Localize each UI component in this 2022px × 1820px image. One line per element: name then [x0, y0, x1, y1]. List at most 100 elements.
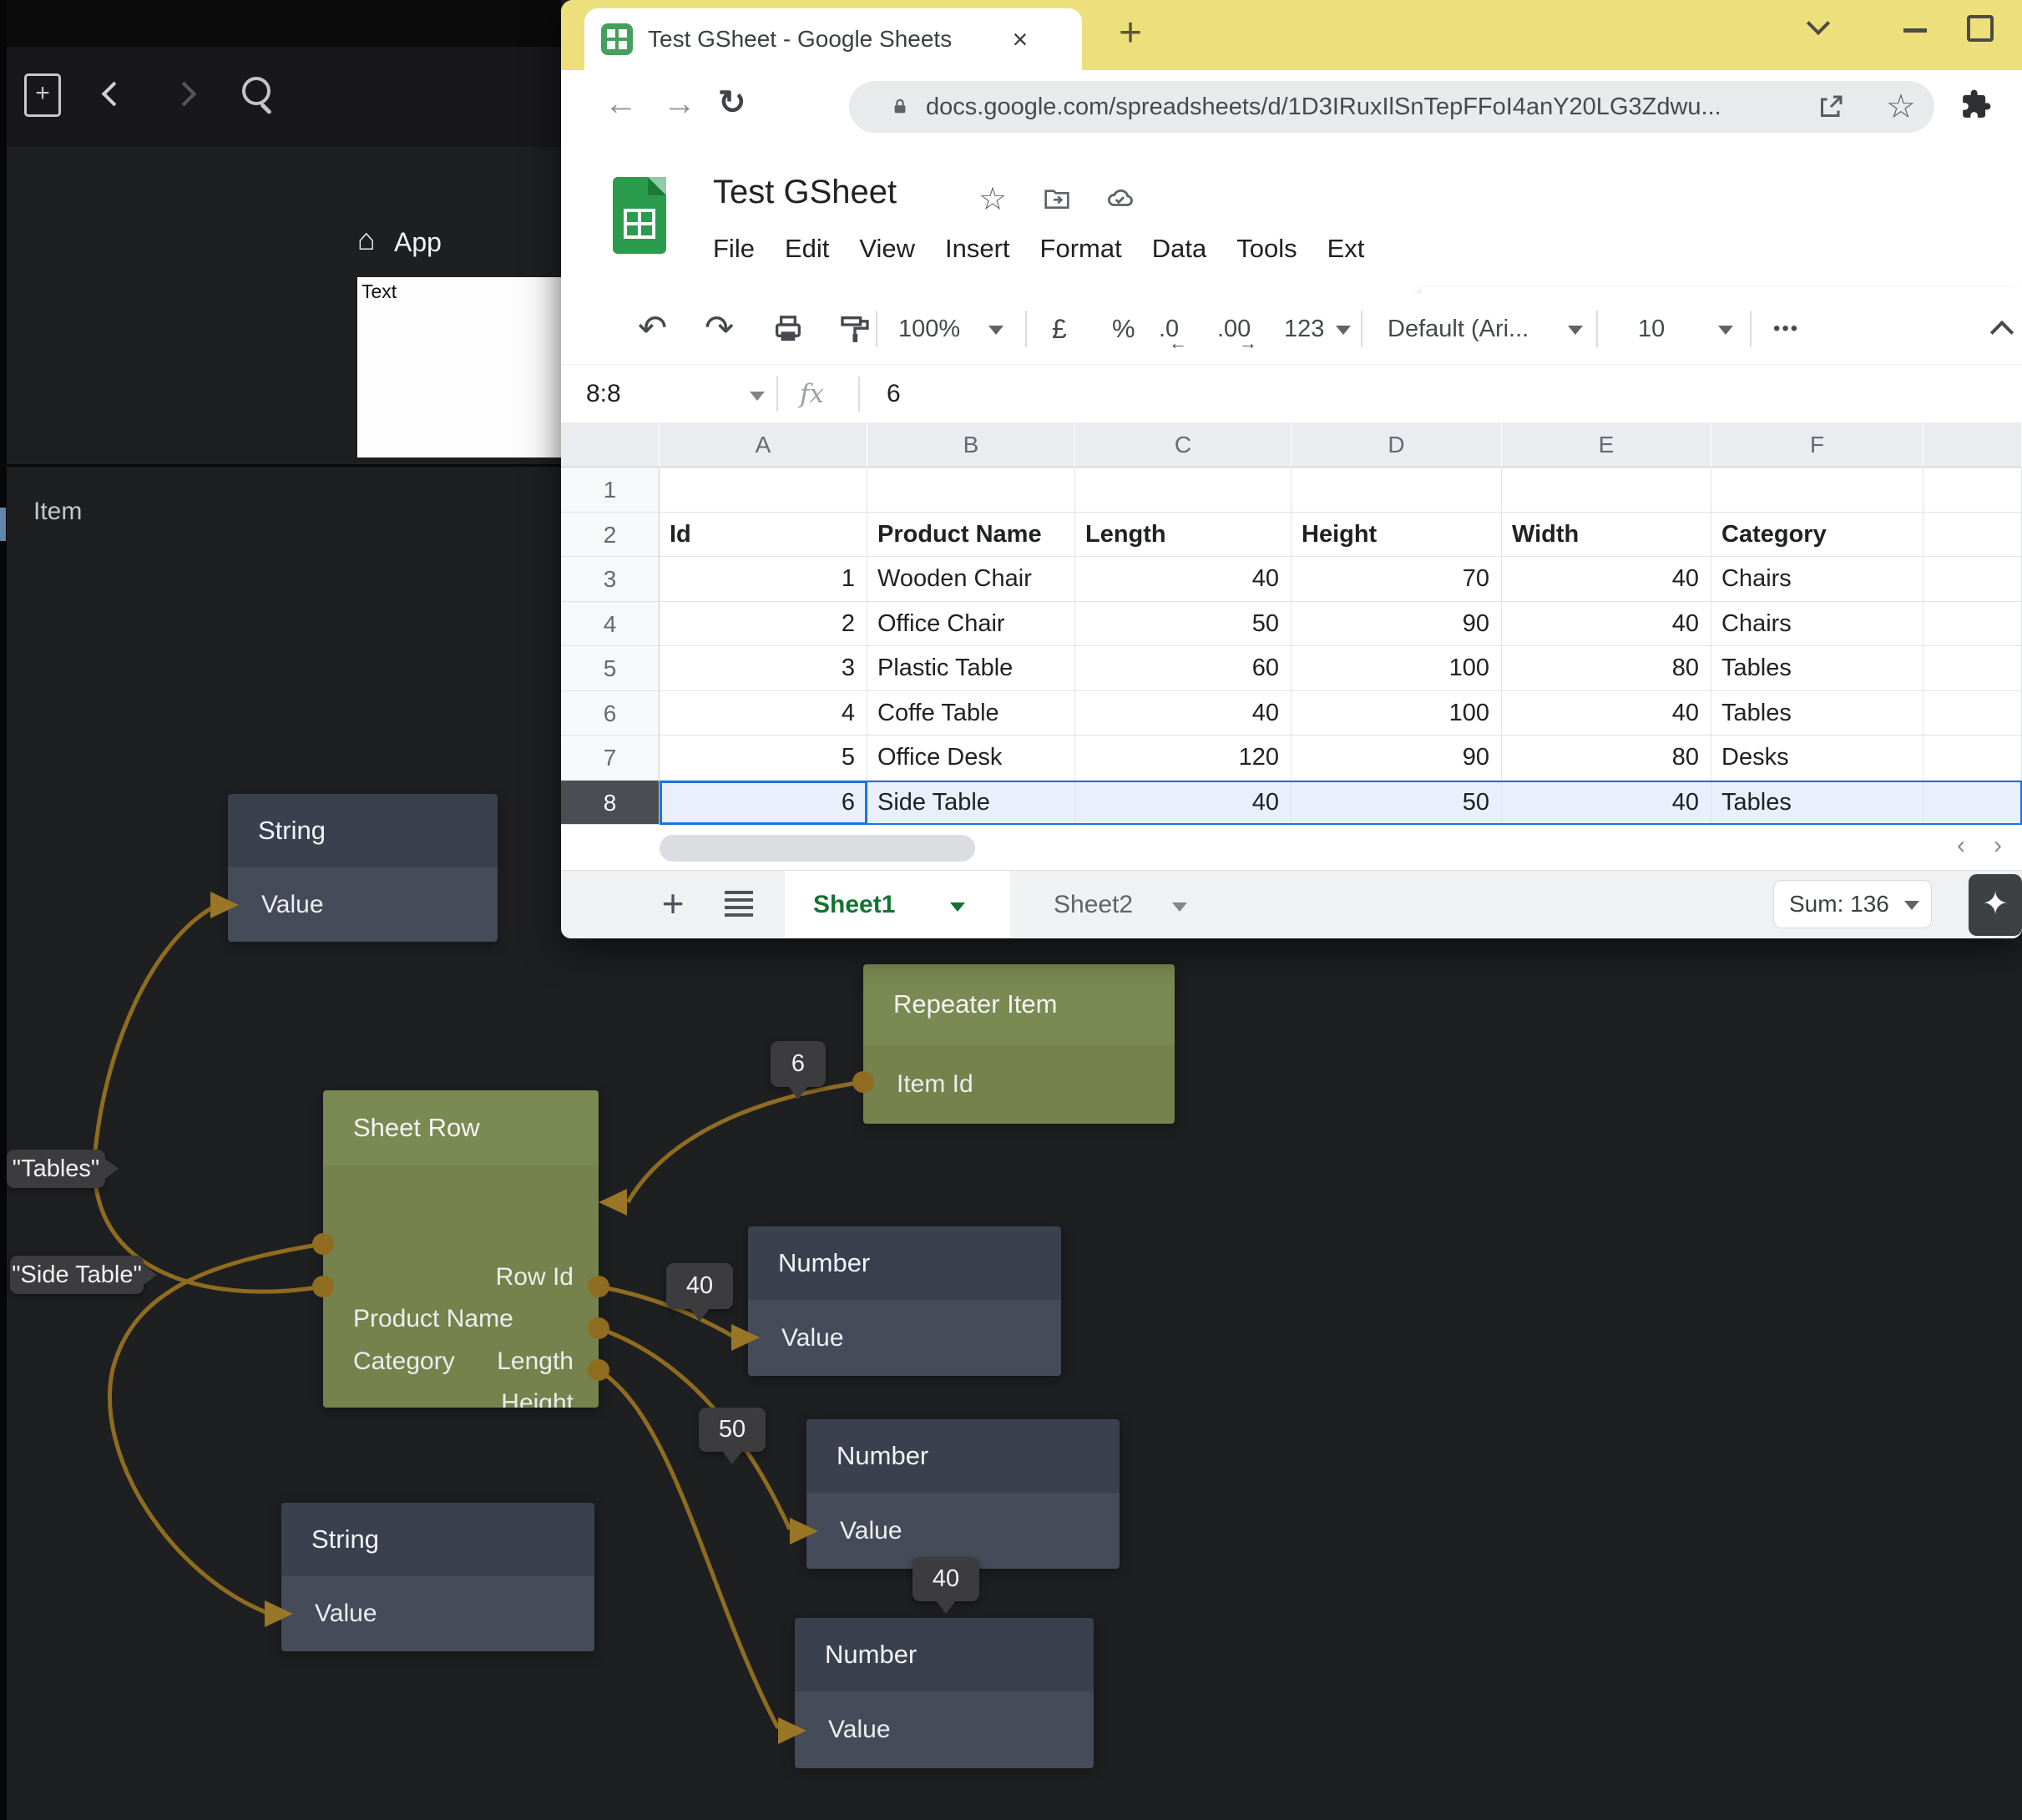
column-header-E[interactable]: E: [1502, 422, 1711, 468]
print-icon[interactable]: [771, 312, 805, 346]
row-header-5[interactable]: 5: [561, 646, 660, 691]
cell-C4[interactable]: 50: [1075, 602, 1292, 647]
cell-F2[interactable]: Category: [1711, 513, 1923, 558]
port-item-id[interactable]: Item Id: [897, 1070, 973, 1099]
port-value[interactable]: Value: [828, 1716, 891, 1744]
cell-G3[interactable]: [1923, 557, 2022, 602]
cell-F1[interactable]: [1711, 468, 1923, 513]
cell-D5[interactable]: 100: [1292, 646, 1502, 691]
cell-E3[interactable]: 40: [1502, 557, 1711, 602]
formula-input[interactable]: 6: [887, 365, 901, 423]
menu-data[interactable]: Data: [1152, 230, 1206, 267]
column-header-A[interactable]: A: [660, 422, 867, 468]
corner-select-all[interactable]: [561, 422, 660, 468]
cell-D1[interactable]: [1292, 468, 1502, 513]
search-icon[interactable]: [242, 77, 270, 105]
cell-E4[interactable]: 40: [1502, 602, 1711, 647]
port-value[interactable]: Value: [781, 1324, 844, 1352]
cell-C3[interactable]: 40: [1075, 557, 1292, 602]
cell-B7[interactable]: Office Desk: [867, 736, 1075, 781]
nav-back-icon[interactable]: ←: [604, 85, 638, 123]
redo-icon[interactable]: ↷: [705, 307, 734, 348]
column-header-C[interactable]: C: [1075, 422, 1292, 468]
cell-G7[interactable]: [1923, 736, 2022, 781]
cell-G1[interactable]: [1923, 468, 2022, 513]
text-widget-preview[interactable]: Text: [357, 277, 563, 458]
cell-D2[interactable]: Height: [1292, 513, 1502, 558]
cell-C8[interactable]: 40: [1075, 781, 1292, 826]
cell-D3[interactable]: 70: [1292, 557, 1502, 602]
paint-format-icon[interactable]: [838, 312, 872, 346]
spreadsheet-grid[interactable]: ABCDEF12IdProduct NameLengthHeightWidthC…: [561, 422, 2022, 827]
cell-B5[interactable]: Plastic Table: [867, 646, 1075, 691]
cell-A2[interactable]: Id: [660, 513, 867, 558]
cell-C1[interactable]: [1075, 468, 1292, 513]
chevron-down-icon[interactable]: [1718, 326, 1733, 335]
percent-format-button[interactable]: %: [1112, 294, 1135, 364]
port-length[interactable]: Length: [497, 1341, 574, 1383]
chevron-down-icon[interactable]: [750, 392, 765, 401]
cell-D4[interactable]: 90: [1292, 602, 1502, 647]
row-header-3[interactable]: 3: [561, 557, 660, 602]
explore-button[interactable]: ✦: [1969, 874, 2022, 936]
name-box[interactable]: 8:8: [586, 365, 621, 423]
node-repeater-item[interactable]: Repeater Item Item Id: [863, 964, 1175, 1124]
node-string-bottom[interactable]: String Value: [281, 1503, 594, 1651]
menu-edit[interactable]: Edit: [785, 230, 829, 267]
cell-D8[interactable]: 50: [1292, 781, 1502, 826]
node-number-length[interactable]: Number Value: [748, 1226, 1061, 1376]
cell-F6[interactable]: Tables: [1711, 691, 1923, 736]
document-title[interactable]: Test GSheet: [713, 174, 897, 211]
cell-E5[interactable]: 80: [1502, 646, 1711, 691]
cell-B1[interactable]: [867, 468, 1075, 513]
close-tab-icon[interactable]: ×: [1006, 25, 1034, 53]
row-header-2[interactable]: 2: [561, 513, 660, 558]
cell-F5[interactable]: Tables: [1711, 646, 1923, 691]
app-root-label[interactable]: App: [394, 227, 442, 258]
node-string-top[interactable]: String Value: [228, 794, 498, 942]
horizontal-scrollbar[interactable]: [660, 835, 975, 862]
cell-G5[interactable]: [1923, 646, 2022, 691]
column-header-F[interactable]: F: [1711, 422, 1923, 468]
row-header-7[interactable]: 7: [561, 736, 660, 781]
scroll-right-icon[interactable]: ›: [1994, 832, 2002, 860]
sheets-logo[interactable]: [613, 177, 666, 254]
port-category[interactable]: Category: [353, 1341, 455, 1383]
extension-puzzle-icon[interactable]: [1960, 88, 1992, 120]
cell-G6[interactable]: [1923, 691, 2022, 736]
chevron-down-icon[interactable]: [1568, 326, 1583, 335]
wire-category-to-string[interactable]: [94, 907, 323, 1292]
window-chevron-icon[interactable]: [1807, 12, 1830, 35]
cell-B3[interactable]: Wooden Chair: [867, 557, 1075, 602]
window-minimize-icon[interactable]: [1903, 28, 1927, 33]
cell-C2[interactable]: Length: [1075, 513, 1292, 558]
menu-file[interactable]: File: [713, 230, 755, 267]
port-height[interactable]: Height: [501, 1383, 574, 1408]
undo-icon[interactable]: ↶: [638, 307, 667, 348]
cell-B8[interactable]: Side Table: [867, 781, 1075, 826]
cell-F4[interactable]: Chairs: [1711, 602, 1923, 647]
sum-indicator[interactable]: Sum: 136: [1773, 880, 1932, 928]
cell-F7[interactable]: Desks: [1711, 736, 1923, 781]
cell-F3[interactable]: Chairs: [1711, 557, 1923, 602]
cell-B6[interactable]: Coffe Table: [867, 691, 1075, 736]
cell-D6[interactable]: 100: [1292, 691, 1502, 736]
wire-item-id-to-row-id[interactable]: [628, 1082, 863, 1202]
cell-E8[interactable]: 40: [1502, 781, 1711, 826]
column-header-D[interactable]: D: [1292, 422, 1502, 468]
cell-E6[interactable]: 40: [1502, 691, 1711, 736]
chevron-down-icon[interactable]: [988, 326, 1003, 335]
row-header-6[interactable]: 6: [561, 691, 660, 736]
column-header-partial[interactable]: [1923, 422, 2022, 468]
scroll-left-icon[interactable]: ‹: [1957, 832, 1965, 860]
address-bar[interactable]: docs.google.com/spreadsheets/d/1D3IRuxIl…: [849, 81, 1934, 133]
number-format-button[interactable]: 123: [1284, 294, 1324, 364]
port-row-id[interactable]: Row Id: [496, 1256, 574, 1298]
menu-format[interactable]: Format: [1040, 230, 1122, 267]
node-number-width[interactable]: Number Value: [795, 1618, 1094, 1768]
cell-A8[interactable]: 6: [660, 781, 867, 826]
new-tab-icon[interactable]: +: [1105, 7, 1155, 62]
font-size-select[interactable]: 10: [1638, 294, 1665, 364]
cell-G4[interactable]: [1923, 602, 2022, 647]
row-header-1[interactable]: 1: [561, 468, 660, 513]
